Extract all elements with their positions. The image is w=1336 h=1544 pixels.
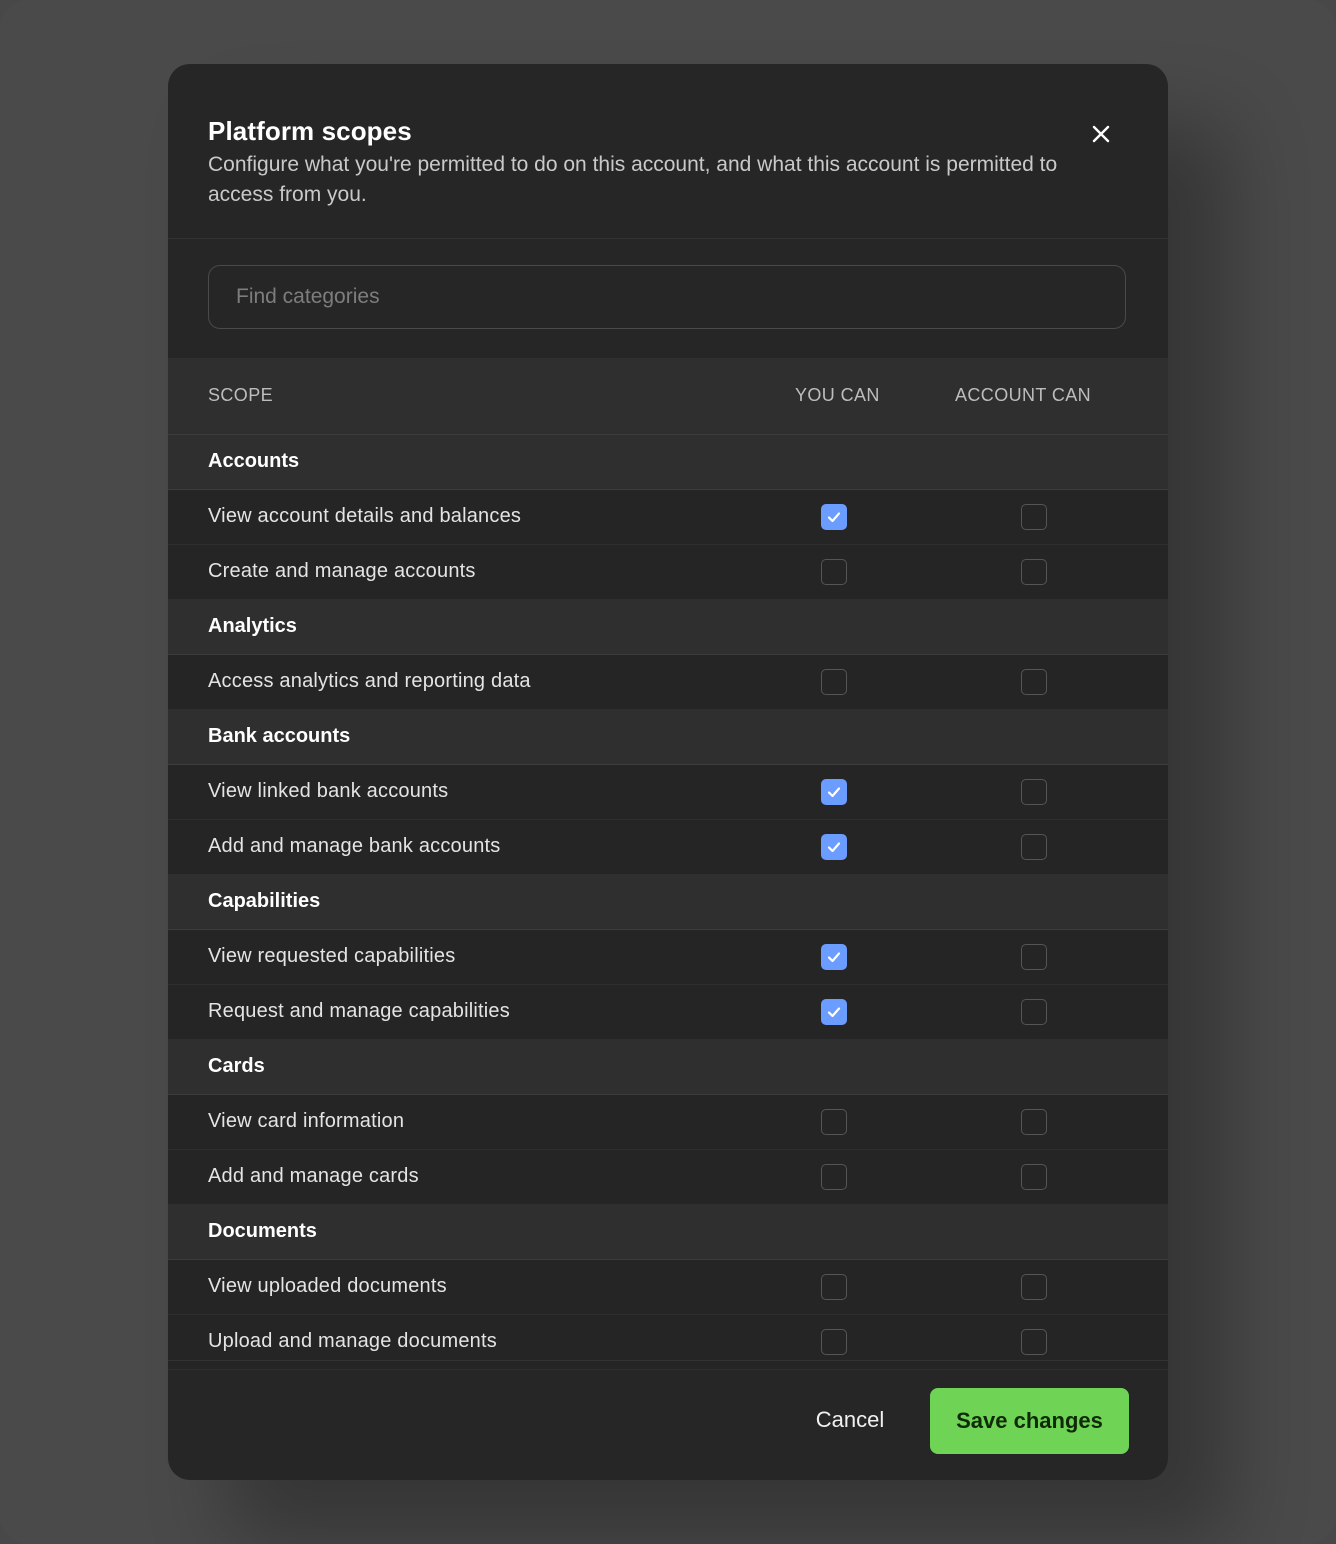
scope-row: Add and manage bank accounts <box>168 820 1168 875</box>
scope-label: View requested capabilities <box>208 945 456 967</box>
group-label: Documents <box>208 1220 317 1242</box>
you-can-checkbox[interactable] <box>821 834 847 860</box>
save-changes-button[interactable]: Save changes <box>930 1388 1129 1454</box>
account-can-checkbox[interactable] <box>1021 1329 1047 1355</box>
group-label: Bank accounts <box>208 725 351 747</box>
account-can-checkbox[interactable] <box>1021 999 1047 1025</box>
scope-label: Add and manage bank accounts <box>208 835 501 857</box>
column-header-you-can: YOU CAN <box>795 385 880 405</box>
you-can-checkbox[interactable] <box>821 779 847 805</box>
scope-row: Access analytics and reporting data <box>168 655 1168 710</box>
group-row: Analytics <box>168 600 1168 655</box>
dialog-subtitle: Configure what you're permitted to do on… <box>208 153 1058 206</box>
scope-row: View uploaded documents <box>168 1260 1168 1315</box>
account-can-checkbox[interactable] <box>1021 1109 1047 1135</box>
close-button[interactable] <box>1084 117 1118 151</box>
checkmark-icon <box>827 1007 841 1018</box>
scope-label: Access analytics and reporting data <box>208 670 531 692</box>
account-can-checkbox[interactable] <box>1021 669 1047 695</box>
column-header-account-can: ACCOUNT CAN <box>955 385 1092 405</box>
account-can-checkbox[interactable] <box>1021 944 1047 970</box>
account-can-checkbox[interactable] <box>1021 559 1047 585</box>
group-label: Analytics <box>208 615 297 637</box>
account-can-checkbox[interactable] <box>1021 504 1047 530</box>
scope-label: Request and manage capabilities <box>208 1000 510 1022</box>
dialog-footer: Cancel Save changes <box>168 1360 1168 1480</box>
platform-scopes-dialog: Platform scopes Configure what you're pe… <box>168 64 1168 1480</box>
scope-row: Create and manage accounts <box>168 545 1168 600</box>
table-body: Accounts View account details and balance… <box>168 435 1168 1370</box>
group-row: Documents <box>168 1205 1168 1260</box>
cancel-button[interactable]: Cancel <box>788 1388 912 1452</box>
scope-row: View card information <box>168 1095 1168 1150</box>
group-label: Accounts <box>208 450 300 472</box>
account-can-checkbox[interactable] <box>1021 834 1047 860</box>
dialog-header: Platform scopes Configure what you're pe… <box>168 64 1168 239</box>
you-can-checkbox[interactable] <box>821 559 847 585</box>
scope-row: Request and manage capabilities <box>168 985 1168 1040</box>
you-can-checkbox[interactable] <box>821 944 847 970</box>
scope-row: View account details and balances <box>168 490 1168 545</box>
scope-label: Upload and manage documents <box>208 1330 497 1352</box>
group-label: Capabilities <box>208 890 321 912</box>
search-box <box>208 265 1126 329</box>
checkmark-icon <box>827 512 841 523</box>
you-can-checkbox[interactable] <box>821 1109 847 1135</box>
scope-row: View requested capabilities <box>168 930 1168 985</box>
scope-row: Add and manage cards <box>168 1150 1168 1205</box>
scopes-table: SCOPE YOU CAN ACCOUNT CAN Accounts View a… <box>168 358 1168 1370</box>
scope-label: View linked bank accounts <box>208 780 449 802</box>
you-can-checkbox[interactable] <box>821 1274 847 1300</box>
scope-label: View uploaded documents <box>208 1275 447 1297</box>
group-row: Accounts <box>168 435 1168 490</box>
search-input[interactable] <box>209 266 1125 328</box>
scope-label: Create and manage accounts <box>208 560 476 582</box>
you-can-checkbox[interactable] <box>821 999 847 1025</box>
scope-label: View account details and balances <box>208 505 522 527</box>
checkmark-icon <box>827 952 841 963</box>
account-can-checkbox[interactable] <box>1021 1274 1047 1300</box>
group-label: Cards <box>208 1055 265 1077</box>
scope-label: View card information <box>208 1110 405 1132</box>
close-icon <box>1092 125 1110 143</box>
group-row: Capabilities <box>168 875 1168 930</box>
scope-label: Add and manage cards <box>208 1165 419 1187</box>
scope-row: View linked bank accounts <box>168 765 1168 820</box>
checkmark-icon <box>827 842 841 853</box>
dialog-title: Platform scopes <box>208 116 412 146</box>
you-can-checkbox[interactable] <box>821 669 847 695</box>
account-can-checkbox[interactable] <box>1021 779 1047 805</box>
account-can-checkbox[interactable] <box>1021 1164 1047 1190</box>
you-can-checkbox[interactable] <box>821 1329 847 1355</box>
group-row: Bank accounts <box>168 710 1168 765</box>
table-header: SCOPE YOU CAN ACCOUNT CAN <box>168 358 1168 435</box>
you-can-checkbox[interactable] <box>821 504 847 530</box>
column-header-scope: SCOPE <box>208 385 274 405</box>
checkmark-icon <box>827 787 841 798</box>
group-row: Cards <box>168 1040 1168 1095</box>
you-can-checkbox[interactable] <box>821 1164 847 1190</box>
